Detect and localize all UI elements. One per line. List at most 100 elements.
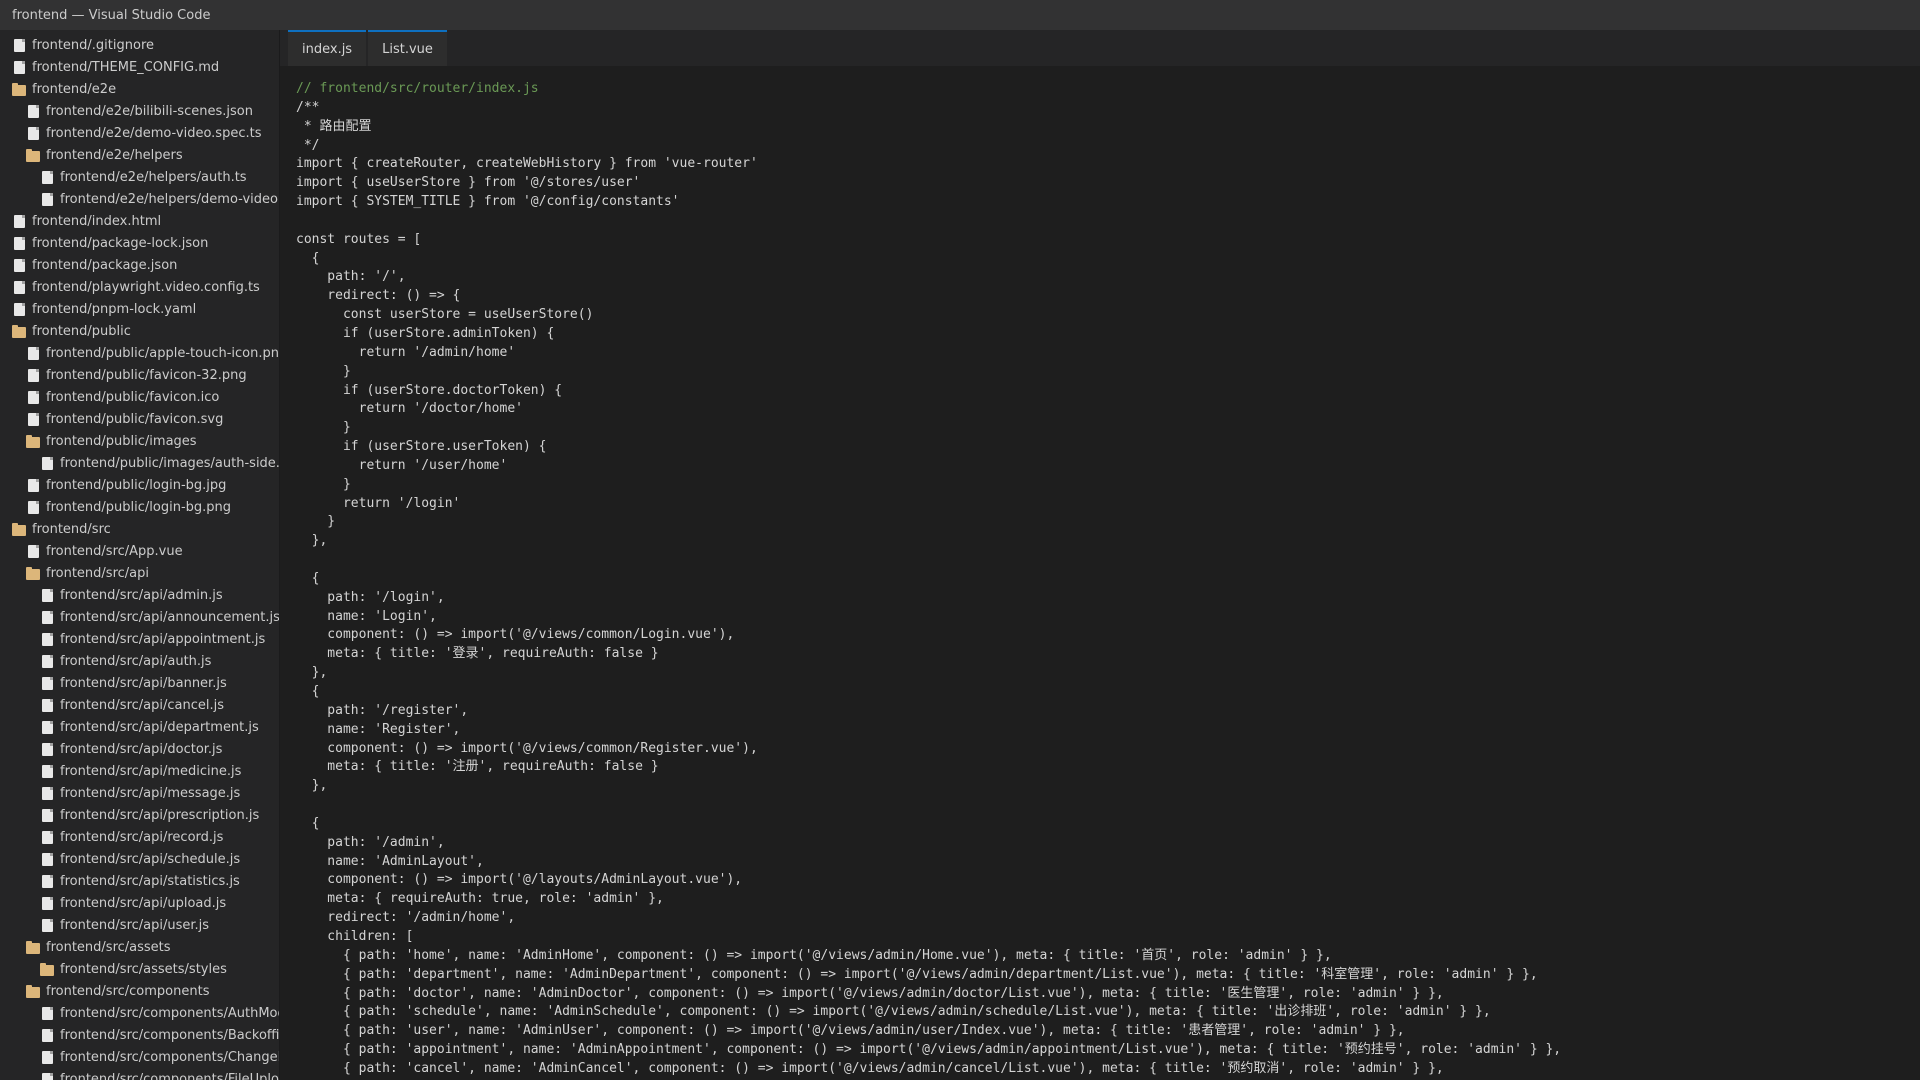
tree-file[interactable]: frontend/src/api/message.js: [0, 782, 279, 804]
tree-item-label: frontend/src/assets: [46, 939, 171, 955]
code-line: return '/doctor/home': [296, 401, 523, 417]
code-line: }: [296, 514, 336, 530]
tree-file[interactable]: frontend/THEME_CONFIG.md: [0, 56, 279, 78]
tree-file[interactable]: frontend/src/api/record.js: [0, 826, 279, 848]
tree-folder[interactable]: frontend/public: [0, 320, 279, 342]
file-icon: [42, 1028, 53, 1042]
code-line: name: 'AdminLayout',: [296, 853, 484, 869]
tree-file[interactable]: frontend/public/apple-touch-icon.png: [0, 342, 279, 364]
code-line: if (userStore.doctorToken) {: [296, 382, 563, 398]
file-icon: [42, 632, 53, 646]
file-icon: [14, 236, 25, 250]
file-icon: [42, 654, 53, 668]
tree-file[interactable]: frontend/src/api/statistics.js: [0, 870, 279, 892]
tree-file[interactable]: frontend/src/components/FileUpload.vue: [0, 1068, 279, 1080]
tree-file[interactable]: frontend/e2e/bilibili-scenes.json: [0, 100, 279, 122]
tree-file[interactable]: frontend/src/api/announcement.js: [0, 606, 279, 628]
tree-file[interactable]: frontend/e2e/helpers/auth.ts: [0, 166, 279, 188]
code-line: const routes = [: [296, 231, 422, 247]
folder-icon: [12, 82, 26, 96]
tree-file[interactable]: frontend/src/App.vue: [0, 540, 279, 562]
code-line: {: [296, 570, 320, 586]
tree-file[interactable]: frontend/src/api/schedule.js: [0, 848, 279, 870]
tree-item-label: frontend/e2e: [32, 81, 117, 97]
editor-tab-label: index.js: [302, 41, 353, 57]
tree-file[interactable]: frontend/src/api/appointment.js: [0, 628, 279, 650]
tree-item-label: frontend/e2e/helpers/demo-video.ts: [60, 191, 279, 207]
code-line: if (userStore.userToken) {: [296, 439, 547, 455]
tree-file[interactable]: frontend/src/api/medicine.js: [0, 760, 279, 782]
explorer-sidebar[interactable]: frontend/.gitignore frontend/THEME_CONFIG…: [0, 30, 280, 1080]
code-editor[interactable]: // frontend/src/router/index.js /** * 路由配…: [280, 66, 1920, 1080]
tree-folder[interactable]: frontend/src/assets/styles: [0, 958, 279, 980]
code-line: */: [296, 137, 320, 153]
editor-tab[interactable]: index.js: [288, 30, 367, 66]
tree-folder[interactable]: frontend/e2e: [0, 78, 279, 100]
tree-file[interactable]: frontend/pnpm-lock.yaml: [0, 298, 279, 320]
tree-folder[interactable]: frontend/public/images: [0, 430, 279, 452]
tree-item-label: frontend/src/api/medicine.js: [60, 763, 242, 779]
tree-file[interactable]: frontend/public/favicon.ico: [0, 386, 279, 408]
file-icon: [42, 720, 53, 734]
tree-item-label: frontend/package.json: [32, 257, 178, 273]
tree-file[interactable]: frontend/public/login-bg.jpg: [0, 474, 279, 496]
tree-item-label: frontend/src/api/upload.js: [60, 895, 227, 911]
tree-item-label: frontend/public/login-bg.jpg: [46, 477, 227, 493]
tree-file[interactable]: frontend/package-lock.json: [0, 232, 279, 254]
code-line: {: [296, 684, 320, 699]
code-line: component: () => import('@/views/common/…: [296, 740, 758, 756]
tree-file[interactable]: frontend/src/components/ChangePassword.v…: [0, 1046, 279, 1068]
code-line: }: [296, 476, 351, 492]
tree-file[interactable]: frontend/package.json: [0, 254, 279, 276]
tree-item-label: frontend/src/api: [46, 565, 149, 581]
code-line: const userStore = useUserStore(): [296, 307, 594, 323]
tree-file[interactable]: frontend/.gitignore: [0, 34, 279, 56]
tree-item-label: frontend/e2e/demo-video.spec.ts: [46, 125, 262, 141]
tree-file[interactable]: frontend/public/images/auth-side.png: [0, 452, 279, 474]
file-tree: frontend/.gitignore frontend/THEME_CONFIG…: [0, 30, 279, 1080]
file-icon: [14, 258, 25, 272]
file-icon: [42, 588, 53, 602]
file-icon: [28, 346, 39, 360]
tree-file[interactable]: frontend/src/api/prescription.js: [0, 804, 279, 826]
tree-file[interactable]: frontend/public/favicon.svg: [0, 408, 279, 430]
tree-folder[interactable]: frontend/src: [0, 518, 279, 540]
tree-item-label: frontend/src/api/schedule.js: [60, 851, 241, 867]
tree-file[interactable]: frontend/src/api/department.js: [0, 716, 279, 738]
tree-file[interactable]: frontend/public/login-bg.png: [0, 496, 279, 518]
tree-folder[interactable]: frontend/src/api: [0, 562, 279, 584]
folder-icon: [12, 324, 26, 338]
tree-file[interactable]: frontend/src/api/admin.js: [0, 584, 279, 606]
tree-file[interactable]: frontend/src/api/user.js: [0, 914, 279, 936]
tree-file[interactable]: frontend/src/components/BackofficeLayout…: [0, 1024, 279, 1046]
tree-file[interactable]: frontend/public/favicon-32.png: [0, 364, 279, 386]
tree-item-label: frontend/src/api/announcement.js: [60, 609, 279, 625]
file-icon: [42, 742, 53, 756]
tree-file[interactable]: frontend/src/api/auth.js: [0, 650, 279, 672]
tree-item-label: frontend/src/components/FileUpload.vue: [60, 1071, 279, 1080]
folder-icon: [26, 566, 40, 580]
code-content[interactable]: // frontend/src/router/index.js /** * 路由配…: [296, 80, 1920, 1079]
tree-folder[interactable]: frontend/e2e/helpers: [0, 144, 279, 166]
tree-file[interactable]: frontend/src/api/doctor.js: [0, 738, 279, 760]
tree-file[interactable]: frontend/src/api/banner.js: [0, 672, 279, 694]
file-icon: [42, 610, 53, 624]
code-line: /**: [296, 99, 320, 115]
tree-file[interactable]: frontend/src/api/upload.js: [0, 892, 279, 914]
code-line: },: [296, 665, 328, 681]
tree-folder[interactable]: frontend/src/components: [0, 980, 279, 1002]
file-icon: [42, 764, 53, 778]
tree-file[interactable]: frontend/playwright.video.config.ts: [0, 276, 279, 298]
tree-file[interactable]: frontend/src/components/AuthModal.vue: [0, 1002, 279, 1024]
file-icon: [42, 874, 53, 888]
tree-file[interactable]: frontend/index.html: [0, 210, 279, 232]
editor-tab[interactable]: List.vue: [368, 30, 447, 66]
tree-file[interactable]: frontend/src/api/cancel.js: [0, 694, 279, 716]
editor-tab-label: List.vue: [382, 41, 433, 57]
tree-folder[interactable]: frontend/src/assets: [0, 936, 279, 958]
tree-file[interactable]: frontend/e2e/helpers/demo-video.ts: [0, 188, 279, 210]
file-icon: [14, 214, 25, 228]
tree-item-label: frontend/public/favicon.ico: [46, 389, 220, 405]
file-icon: [14, 38, 25, 52]
tree-file[interactable]: frontend/e2e/demo-video.spec.ts: [0, 122, 279, 144]
